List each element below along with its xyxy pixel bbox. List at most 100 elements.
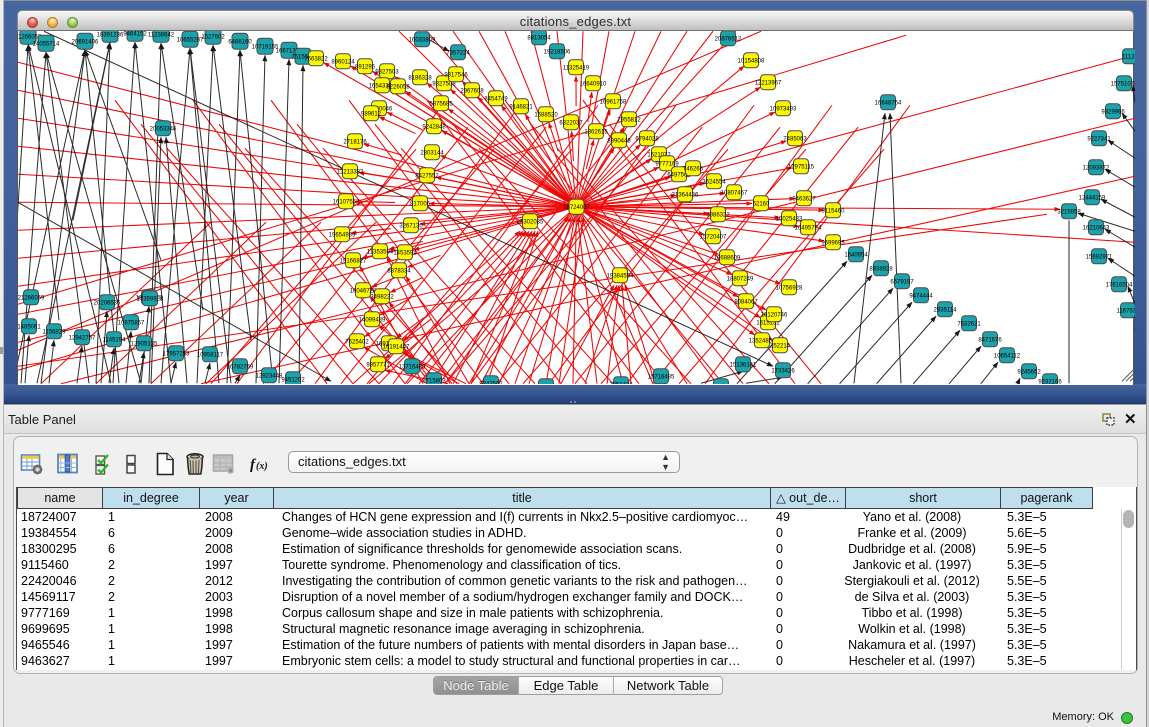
svg-text:16648764: 16648764 [875,100,902,106]
svg-text:8878334: 8878334 [387,268,411,274]
svg-text:19166827: 19166827 [340,258,367,264]
svg-text:15716485: 15716485 [648,374,675,380]
svg-text:2803144: 2803144 [420,150,444,156]
svg-text:17359928: 17359928 [137,296,164,302]
svg-text:1145194: 1145194 [103,337,127,343]
svg-text:19384554: 19384554 [607,273,634,279]
svg-text:12213383: 12213383 [337,169,364,175]
svg-text:11353594: 11353594 [367,249,394,255]
svg-text:9242848: 9242848 [422,124,446,130]
svg-text:8960124: 8960124 [331,59,355,65]
svg-text:7625402: 7625402 [345,339,369,345]
svg-text:8186328: 8186328 [408,75,432,81]
svg-text:20691406: 20691406 [72,39,99,45]
svg-text:16210643: 16210643 [1083,225,1110,231]
svg-text:1453594: 1453594 [393,250,417,256]
svg-text:16782759: 16782759 [227,364,254,370]
svg-text:817006: 817006 [410,201,431,207]
svg-text:16120746: 16120746 [761,312,788,318]
svg-text:12923448: 12923448 [256,373,283,379]
svg-text:18724007: 18724007 [563,205,590,211]
svg-text:15136141: 15136141 [730,362,757,368]
svg-text:16033809: 16033809 [409,37,436,43]
svg-text:6794028: 6794028 [635,136,659,142]
svg-text:9146821: 9146821 [509,104,533,110]
svg-text:7986322: 7986322 [706,212,730,218]
svg-text:19218506: 19218506 [544,49,571,55]
svg-text:9232166: 9232166 [1038,379,1062,384]
svg-text:10807467: 10807467 [721,190,748,196]
svg-text:8471676: 8471676 [978,337,1002,343]
svg-text:9115460: 9115460 [822,208,846,214]
svg-text:18807249: 18807249 [727,276,754,282]
svg-text:17957253: 17957253 [163,351,190,357]
svg-text:16495794: 16495794 [795,225,822,231]
svg-text:1527602: 1527602 [201,34,225,40]
svg-text:13716485: 13716485 [399,364,426,370]
svg-text:12444159: 12444159 [1079,195,1106,201]
svg-text:1156829: 1156829 [43,329,67,335]
svg-text:20053346: 20053346 [150,126,177,132]
svg-text:14055714: 14055714 [33,41,60,47]
svg-text:12905135: 12905135 [131,341,158,347]
svg-text:16191447: 16191447 [383,344,410,350]
svg-text:(x): (x) [256,461,268,472]
svg-text:15692971: 15692971 [1086,254,1113,260]
svg-text:10958117: 10958117 [197,352,224,358]
svg-text:2718176: 2718176 [343,139,367,145]
svg-text:9451202: 9451202 [281,377,305,383]
svg-text:11124: 11124 [1122,54,1135,60]
svg-text:1485061: 1485061 [18,324,41,330]
svg-text:9474444: 9474444 [909,293,933,299]
svg-text:11325419: 11325419 [563,65,590,71]
svg-text:16640910: 16640910 [580,81,607,87]
svg-text:3498222: 3498222 [370,294,394,300]
svg-text:2935114: 2935114 [934,307,958,313]
svg-text:12213967: 12213967 [755,80,782,86]
svg-text:9084067: 9084067 [734,299,758,305]
svg-text:10025433: 10025433 [776,216,803,222]
svg-text:1167533: 1167533 [1117,308,1135,314]
svg-text:14099489: 14099489 [359,317,386,323]
svg-text:21266059: 21266059 [18,295,45,301]
svg-text:5875685: 5875685 [429,101,453,107]
svg-text:9463627: 9463627 [792,196,816,202]
svg-text:9327503: 9327503 [375,69,399,75]
svg-text:9227341: 9227341 [1087,136,1111,142]
svg-text:11238642: 11238642 [148,32,175,38]
svg-text:8813054: 8813054 [527,35,551,41]
svg-text:989612: 989612 [361,111,382,117]
svg-text:6322037: 6322037 [559,120,583,126]
svg-text:10756928: 10756928 [776,285,803,291]
svg-text:3267130: 3267130 [399,223,423,229]
svg-text:9242502: 9242502 [479,381,503,384]
svg-text:7485063: 7485063 [783,136,807,142]
svg-text:15751074: 15751074 [1111,81,1135,87]
svg-text:1362615: 1362615 [584,129,608,135]
svg-text:6466160: 6466160 [228,39,252,45]
svg-text:8990448: 8990448 [607,138,631,144]
svg-text:3215958: 3215958 [1057,209,1081,215]
svg-text:1588520: 1588520 [534,112,558,118]
svg-text:2967608: 2967608 [460,88,484,94]
svg-text:19654939: 19654939 [329,232,356,238]
svg-text:7632621: 7632621 [957,321,981,327]
svg-text:9715803: 9715803 [422,378,446,384]
svg-text:8454749: 8454749 [484,96,508,102]
svg-text:18391236: 18391236 [97,32,124,38]
svg-text:7955812: 7955812 [617,117,641,123]
svg-text:9329966: 9329966 [1101,109,1125,115]
svg-text:10655287: 10655287 [177,37,204,43]
svg-text:9857771: 9857771 [366,362,390,368]
svg-text:8938928: 8938928 [869,266,893,272]
svg-text:7851426: 7851426 [609,382,633,384]
svg-text:10973493: 10973493 [770,106,797,112]
svg-text:12975115: 12975115 [788,164,815,170]
svg-text:8226058: 8226058 [386,84,410,90]
svg-text:20206536: 20206536 [94,300,121,306]
svg-text:6579197: 6579197 [890,279,914,285]
svg-text:20876512: 20876512 [715,36,742,42]
svg-text:9464152: 9464152 [123,31,147,37]
svg-text:7663822: 7663822 [304,56,328,62]
svg-text:746266: 746266 [683,166,704,172]
